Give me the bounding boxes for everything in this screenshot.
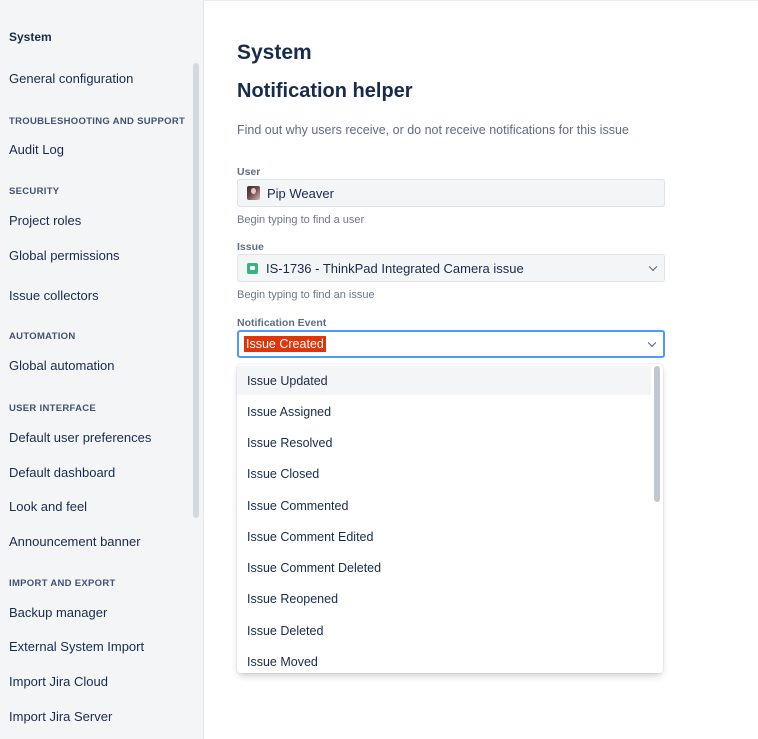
- user-help-text: Begin typing to find a user: [237, 214, 365, 226]
- sidebar-item-import-jira-cloud[interactable]: Import Jira Cloud: [9, 674, 108, 689]
- page-subtitle: Notification helper: [237, 80, 413, 102]
- dropdown-option[interactable]: Issue Closed: [237, 459, 651, 488]
- dropdown-option[interactable]: Issue Commented: [237, 491, 651, 520]
- sidebar-section-troubleshooting: TROUBLESHOOTING AND SUPPORT: [9, 116, 186, 127]
- event-value: Issue Created: [244, 336, 326, 352]
- sidebar-scrollbar[interactable]: [193, 63, 199, 518]
- dropdown-option[interactable]: Issue Reopened: [237, 584, 651, 613]
- dropdown-option[interactable]: Issue Moved: [237, 647, 651, 673]
- story-icon: [247, 262, 258, 274]
- sidebar-item-global-automation[interactable]: Global automation: [9, 358, 115, 373]
- sidebar-item-default-dashboard[interactable]: Default dashboard: [9, 465, 115, 480]
- sidebar-item-look-and-feel[interactable]: Look and feel: [9, 499, 87, 514]
- chevron-down-icon[interactable]: [647, 338, 657, 348]
- sidebar-item-import-jira-server[interactable]: Import Jira Server: [9, 709, 112, 724]
- dropdown-option[interactable]: Issue Assigned: [237, 397, 651, 426]
- avatar: [247, 186, 260, 200]
- sidebar: System General configuration TROUBLESHOO…: [0, 0, 204, 739]
- chevron-down-icon[interactable]: [648, 262, 658, 272]
- event-dropdown-menu: Issue Updated Issue Assigned Issue Resol…: [237, 364, 663, 673]
- notification-event-select[interactable]: Issue Created: [237, 330, 665, 358]
- sidebar-item-external-system-import[interactable]: External System Import: [9, 639, 144, 654]
- issue-value: IS-1736 - ThinkPad Integrated Camera iss…: [266, 260, 524, 276]
- user-field[interactable]: Pip Weaver: [237, 179, 665, 207]
- sidebar-item-backup-manager[interactable]: Backup manager: [9, 605, 107, 620]
- user-label: User: [237, 166, 261, 178]
- dropdown-scrollbar[interactable]: [654, 366, 660, 502]
- sidebar-item-project-roles[interactable]: Project roles: [9, 213, 81, 228]
- sidebar-section-security: SECURITY: [9, 186, 60, 197]
- dropdown-option[interactable]: Issue Deleted: [237, 616, 651, 645]
- sidebar-item-global-permissions[interactable]: Global permissions: [9, 248, 120, 263]
- sidebar-item-issue-collectors[interactable]: Issue collectors: [9, 288, 99, 303]
- issue-help-text: Begin typing to find an issue: [237, 289, 375, 301]
- issue-label: Issue: [237, 241, 264, 253]
- issue-select[interactable]: IS-1736 - ThinkPad Integrated Camera iss…: [237, 254, 665, 282]
- dropdown-option[interactable]: Issue Comment Deleted: [237, 553, 651, 582]
- top-divider: [204, 0, 758, 1]
- sidebar-item-general-configuration[interactable]: General configuration: [9, 71, 133, 86]
- dropdown-option[interactable]: Issue Updated: [237, 366, 651, 395]
- dropdown-option[interactable]: Issue Resolved: [237, 428, 651, 457]
- sidebar-item-audit-log[interactable]: Audit Log: [9, 142, 64, 157]
- sidebar-item-announcement-banner[interactable]: Announcement banner: [9, 534, 141, 549]
- sidebar-heading: System: [9, 30, 52, 44]
- sidebar-item-default-user-preferences[interactable]: Default user preferences: [9, 430, 151, 445]
- sidebar-section-automation: AUTOMATION: [9, 331, 76, 342]
- dropdown-option[interactable]: Issue Comment Edited: [237, 522, 651, 551]
- event-label: Notification Event: [237, 317, 327, 329]
- sidebar-section-user-interface: USER INTERFACE: [9, 403, 97, 414]
- page-description: Find out why users receive, or do not re…: [237, 123, 629, 137]
- page-title: System: [237, 41, 312, 64]
- user-value: Pip Weaver: [267, 185, 334, 201]
- sidebar-section-import-export: IMPORT AND EXPORT: [9, 578, 116, 589]
